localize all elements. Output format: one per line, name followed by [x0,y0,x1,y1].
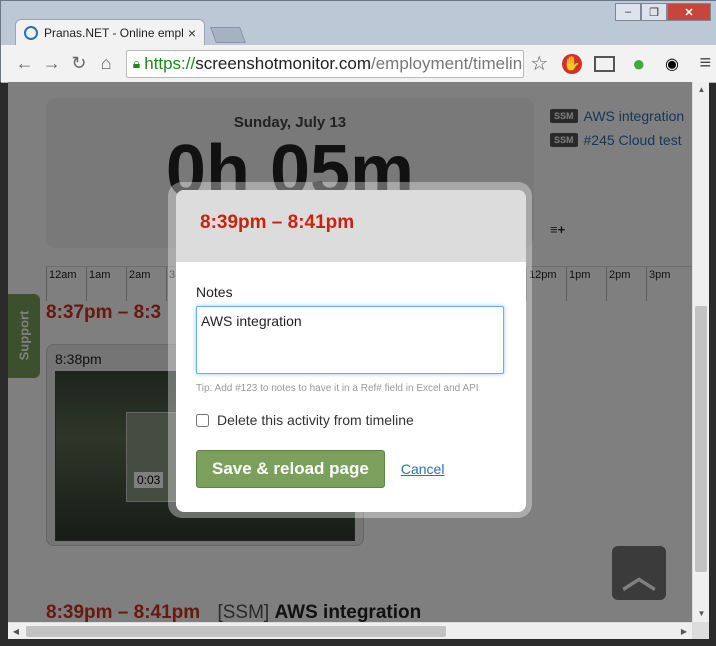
evernote-extension-icon[interactable]: ● [627,51,650,76]
scroll-corner [692,622,709,639]
screenshot-extension-icon[interactable] [593,55,616,72]
dialog-body: Notes AWS integration Tip: Add #123 to n… [176,262,526,510]
url-scheme: https:// [144,53,196,73]
dialog-title: 8:39pm – 8:41pm [200,212,355,233]
vertical-scroll-thumb[interactable] [695,306,707,572]
edit-activity-dialog: 8:39pm – 8:41pm Notes AWS integration Ti… [176,190,526,512]
site-favicon-icon [24,25,38,40]
browser-menu-icon[interactable]: ≡ [694,52,716,76]
home-icon[interactable]: ⌂ [93,50,120,78]
notes-textarea[interactable]: AWS integration [196,306,504,374]
scroll-up-arrow-icon[interactable]: ▲ [693,82,710,98]
scroll-down-arrow-icon[interactable]: ▼ [693,606,710,622]
notes-label: Notes [196,284,233,300]
horizontal-scroll-thumb[interactable] [26,626,446,637]
delete-activity-checkbox[interactable] [196,413,209,427]
url-path: /employment/timelin [370,53,523,73]
minimize-button[interactable]: – [615,3,641,21]
cancel-link[interactable]: Cancel [401,461,445,477]
dialog-header: 8:39pm – 8:41pm [176,190,526,262]
scroll-left-arrow-icon[interactable]: ◀ [8,623,24,640]
delete-activity-label[interactable]: Delete this activity from timeline [217,412,414,428]
save-reload-button[interactable]: Save & reload page [196,450,385,488]
url-host: screenshotmonitor.com [195,53,371,73]
horizontal-scrollbar[interactable]: ◀ ▶ [8,622,692,639]
notes-tip: Tip: Add #123 to notes to have it in a R… [196,383,479,394]
new-tab-button[interactable] [210,27,246,43]
reload-icon[interactable]: ↻ [65,50,92,78]
browser-toolbar: ← → ↻ ⌂ 🔒︎ https://screenshotmonitor.com… [1,45,716,83]
bookmark-star-icon[interactable]: ☆ [530,51,548,76]
close-window-button[interactable]: ✕ [667,3,711,21]
window-controls: – ❐ ✕ [615,3,711,21]
forward-arrow-icon[interactable]: → [38,50,65,78]
maximize-button[interactable]: ❐ [641,3,667,21]
back-arrow-icon[interactable]: ← [11,50,38,78]
tab-close-icon[interactable]: × [188,25,196,41]
delete-activity-row[interactable]: Delete this activity from timeline [196,412,506,428]
scroll-right-arrow-icon[interactable]: ▶ [676,623,692,640]
browser-chrome: Pranas.NET - Online empl × – ❐ ✕ ← → ↻ ⌂… [0,0,716,83]
address-bar[interactable]: 🔒︎ https://screenshotmonitor.com/employm… [125,49,525,78]
vertical-scrollbar[interactable]: ▲ ▼ [692,82,709,622]
lock-icon: 🔒︎ [132,55,141,71]
adblock-extension-icon[interactable]: ✋ [562,53,582,74]
panda-extension-icon[interactable]: ◉ [660,52,683,76]
tab-strip: Pranas.NET - Online empl × – ❐ ✕ [1,1,716,45]
dialog-actions: Save & reload page Cancel [196,450,506,488]
tab-title: Pranas.NET - Online empl [44,25,184,40]
browser-tab[interactable]: Pranas.NET - Online empl × [15,19,205,45]
